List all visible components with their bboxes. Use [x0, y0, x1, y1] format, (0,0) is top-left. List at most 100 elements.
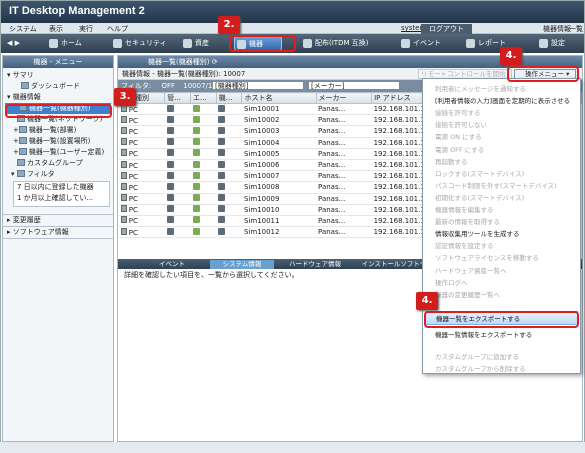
sidebar-label: カスタムグループ: [27, 159, 83, 167]
table-cell: [216, 137, 242, 149]
menu-system[interactable]: システム: [9, 24, 37, 34]
sidebar-item-location[interactable]: + 機器一覧(設置場所): [3, 136, 113, 147]
nav-settings[interactable]: 設定: [537, 36, 565, 51]
pc-icon: [120, 205, 127, 213]
pc-icon: [120, 149, 127, 157]
nav-distribution-label: 配布(ITDM 互換): [315, 39, 369, 47]
menu-item[interactable]: カスタムグループに追加する: [435, 351, 519, 361]
menu-item[interactable]: 認証情報を設定する: [435, 240, 494, 250]
nav-assets[interactable]: 資産: [181, 36, 209, 51]
refresh-icon[interactable]: ⟳: [212, 58, 218, 66]
menu-item[interactable]: 機器の変更履歴一覧へ: [435, 289, 500, 299]
agent-icon: [192, 227, 200, 235]
sidebar-item-software[interactable]: ▸ ソフトウェア情報: [3, 226, 113, 239]
column-header[interactable]: エ...: [190, 92, 217, 104]
filter-recent[interactable]: 7 日以内に登録した機器: [17, 182, 109, 193]
cell-type: PC: [128, 150, 138, 159]
sidebar-item-device-info[interactable]: ▾ 機器情報: [3, 92, 113, 103]
table-cell: PC: [118, 170, 165, 183]
pc-icon: [120, 216, 127, 224]
pc-icon: [120, 194, 127, 202]
cell-hostname: Sim10001: [241, 103, 317, 116]
device-status-icon: [218, 160, 226, 168]
menu-item[interactable]: 初期化する(スマートデバイス): [435, 192, 524, 202]
sidebar-item-dashboard[interactable]: ダッシュボード: [3, 81, 113, 92]
menu-help[interactable]: ヘルプ: [107, 24, 128, 34]
menu-item[interactable]: ソフトウェアライセンスを移動する: [435, 252, 539, 262]
column-header[interactable]: 管...: [164, 92, 192, 104]
highlight-ops-menu: [507, 66, 579, 82]
cell-hostname: Sim10011: [241, 215, 317, 228]
table-cell: [164, 114, 191, 127]
menu-item[interactable]: 再起動する: [435, 156, 468, 166]
sidebar-item-summary[interactable]: ▾ サマリ: [3, 70, 113, 81]
back-arrow-icon[interactable]: ◀ ▶: [7, 36, 20, 51]
nav-events[interactable]: イベント: [399, 36, 441, 51]
menu-item[interactable]: 機器一覧情報をエクスポートする: [435, 329, 532, 339]
shield-icon: [113, 39, 122, 48]
column-header[interactable]: ホスト名: [241, 92, 317, 104]
cell-hostname: Sim10009: [241, 193, 317, 205]
column-header[interactable]: メーカー: [315, 92, 373, 104]
table-cell: [216, 114, 242, 127]
managed-icon: [166, 182, 174, 190]
sidebar-label: サマリ: [12, 71, 34, 79]
callout-3: 3.: [114, 88, 136, 106]
menu-bar: システム 表示 実行 ヘルプ system ログアウト 機器情報 一覧: [1, 23, 584, 34]
device-status-icon: [218, 171, 226, 179]
cell-hostname: Sim10005: [241, 148, 317, 160]
table-cell: [164, 159, 191, 172]
cell-maker: Panas...: [316, 103, 372, 116]
asset-icon: [183, 39, 192, 48]
sidebar-item-filter[interactable]: ▾ フィルタ: [3, 169, 113, 180]
tab-system-info[interactable]: システム情報: [210, 260, 274, 269]
nav-settings-label: 設定: [551, 39, 565, 47]
menu-item[interactable]: 電源 OFF にする: [435, 144, 484, 154]
pc-icon: [120, 115, 127, 123]
sidebar-item-user-defined[interactable]: + 機器一覧(ユーザー定義): [3, 147, 113, 158]
table-cell: [216, 226, 242, 239]
menu-item[interactable]: 利用者にメッセージを通知する: [435, 83, 526, 93]
menu-item[interactable]: 接続を許可しない: [435, 119, 487, 129]
menu-view[interactable]: 表示: [49, 24, 63, 34]
cell-maker: Panas...: [316, 170, 372, 183]
cell-type: PC: [128, 172, 138, 181]
menu-item[interactable]: 機器情報を編集する: [435, 204, 494, 214]
menu-item[interactable]: カスタムグループから削除する: [435, 363, 526, 373]
filter-toggle[interactable]: OFF: [161, 82, 175, 90]
table-cell: [190, 125, 217, 138]
sidebar-item-custom-group[interactable]: カスタムグループ: [3, 158, 113, 169]
menu-item[interactable]: 情報収集用ツールを生成する: [435, 228, 520, 238]
tab-software[interactable]: インストールソフトウェ...: [356, 260, 432, 277]
logout-button[interactable]: ログアウト: [421, 24, 472, 34]
cell-maker: Panas...: [316, 204, 372, 216]
menu-item[interactable]: 操作ログへ: [435, 277, 468, 287]
menu-item[interactable]: パスコード制限を外す(スマートデバイス): [435, 180, 557, 190]
cell-type: PC: [128, 217, 138, 226]
filter-type-select[interactable]: [機器種別]: [212, 81, 304, 90]
managed-icon: [166, 216, 174, 224]
nav-distribution[interactable]: 配布(ITDM 互換): [301, 36, 368, 51]
nav-home[interactable]: ホーム: [47, 36, 82, 51]
table-cell: PC: [118, 204, 165, 216]
table-cell: [216, 215, 242, 228]
menu-item[interactable]: ロックする(スマートデバイス): [435, 168, 524, 178]
nav-security[interactable]: セキュリティ: [111, 36, 167, 51]
menu-item[interactable]: [利用者情報の入力]画面を定期的に表示させる: [435, 95, 570, 105]
menu-item[interactable]: ハードウェア資産一覧へ: [435, 265, 507, 275]
title-bar: IT Desktop Management 2: [1, 1, 584, 23]
column-header[interactable]: 機...: [215, 92, 243, 104]
table-cell: [190, 193, 217, 205]
tab-events[interactable]: イベント: [142, 260, 202, 269]
filter-maker-select[interactable]: [メーカー]: [308, 81, 400, 90]
menu-item[interactable]: 電源 ON にする: [435, 131, 482, 141]
sidebar-item-change-history[interactable]: ▸ 変更履歴: [3, 214, 113, 226]
menu-item[interactable]: 接続を許可する: [435, 107, 481, 117]
tab-hardware[interactable]: ハードウェア情報: [280, 260, 350, 269]
menu-run[interactable]: 実行: [79, 24, 93, 34]
agent-icon: [192, 138, 200, 146]
filter-unchecked[interactable]: 1 か月以上確認してい...: [17, 193, 109, 204]
sidebar-item-department[interactable]: + 機器一覧(部署): [3, 125, 113, 136]
list-label: 一覧: [569, 25, 583, 33]
menu-item[interactable]: 最新の情報を取得する: [435, 216, 500, 226]
